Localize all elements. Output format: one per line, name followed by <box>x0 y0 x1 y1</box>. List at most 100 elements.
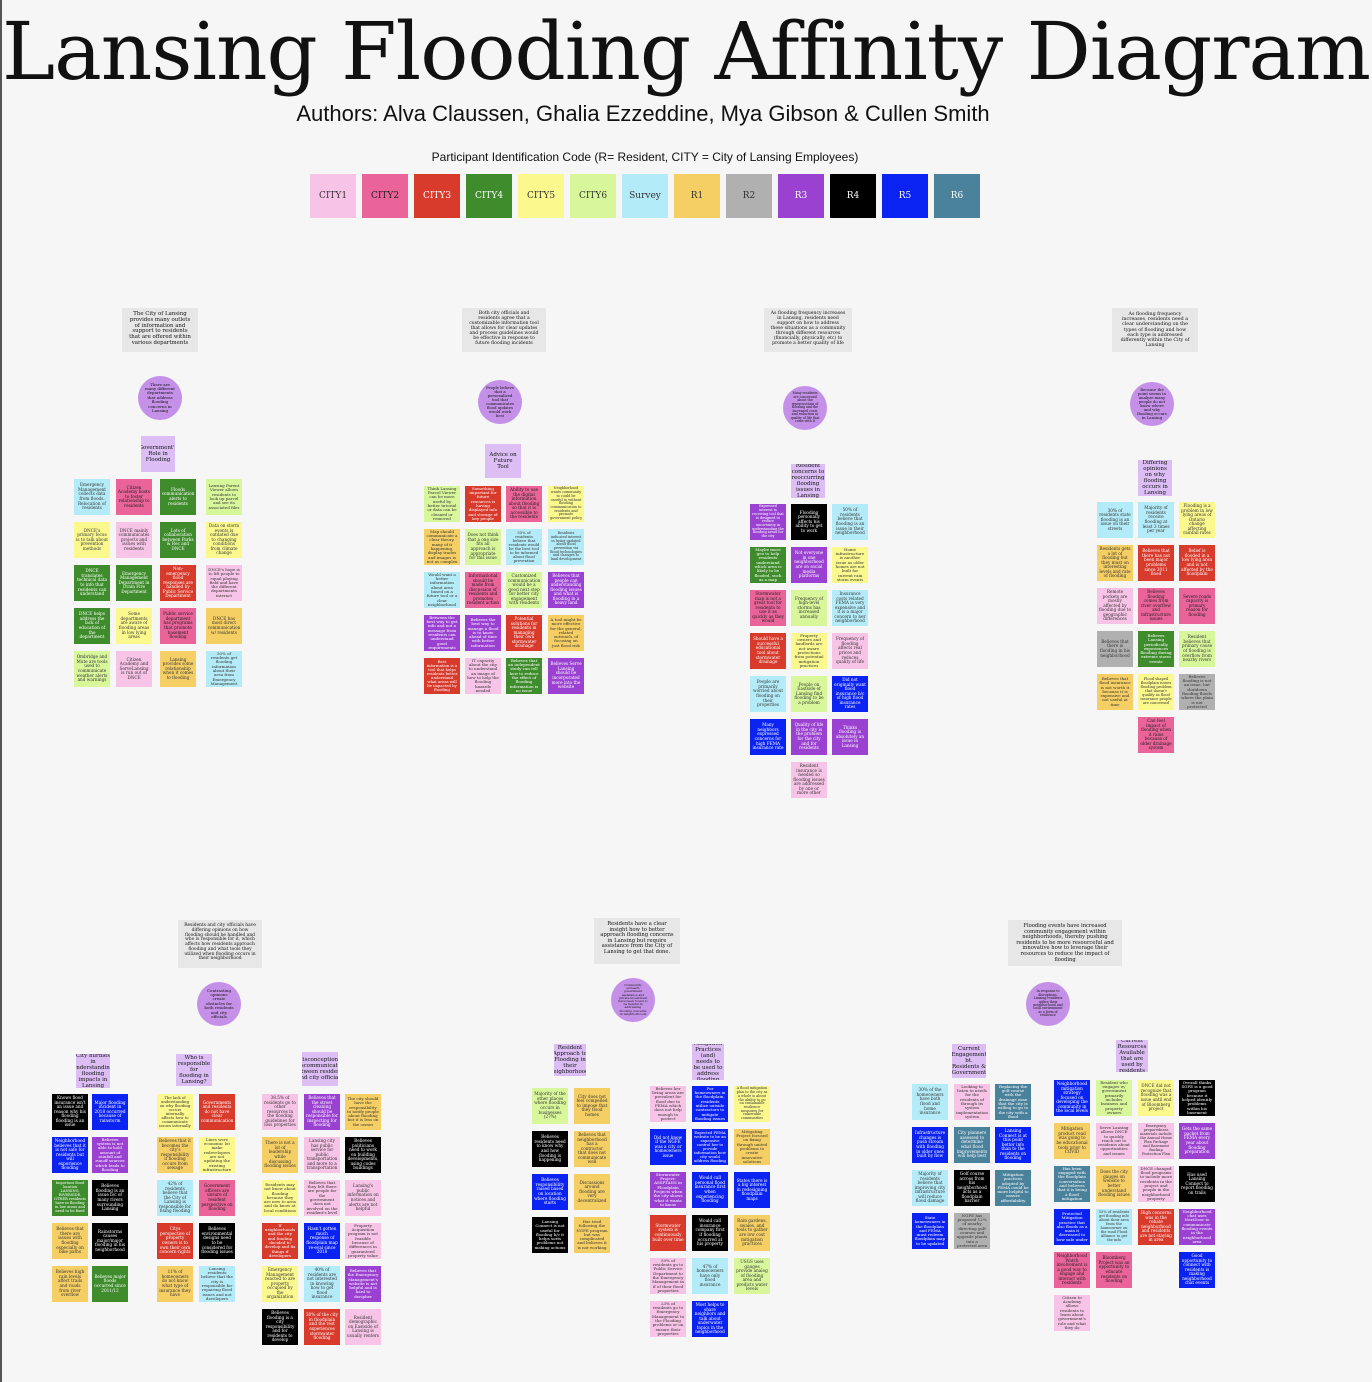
sticky-note: Lines were economic lot make redeveloper… <box>199 1137 235 1173</box>
sticky-note: DNCE has most direct communication w/ re… <box>206 608 242 644</box>
sticky-note: City does not feel compelled to impose t… <box>574 1088 610 1124</box>
group-label: Current Engagement bt. Residents & Gover… <box>952 1044 986 1078</box>
sticky-note: Stormwater system is continuously built … <box>650 1215 686 1251</box>
sticky-note: Does the city gauges on website to bette… <box>1096 1166 1132 1202</box>
sticky-note: Would call personal flood insurance firs… <box>692 1172 728 1208</box>
sticky-note: Majority of the other places where flood… <box>532 1088 568 1124</box>
sticky-note: Insurance costs related FEMA is very exp… <box>832 590 868 626</box>
sticky-note: 50% of residents get flooding informatio… <box>206 651 242 687</box>
sticky-note: Believes that there is flooding in his n… <box>1097 631 1133 667</box>
sticky-note: Most helps to share neighbors and talk a… <box>692 1301 728 1337</box>
sticky-note: Potential solutions for residents in man… <box>506 615 542 651</box>
theme-header: As flooding frequency increases, residen… <box>1112 308 1198 352</box>
sticky-note: Mitigation practices adopted by FEMA cou… <box>995 1170 1031 1206</box>
sticky-note: Citizen to Academy allows residents to l… <box>1054 1295 1090 1331</box>
sticky-note: Did not originally want flood insurance … <box>832 676 868 712</box>
sticky-note: There is not a lot of leadership while d… <box>262 1137 298 1173</box>
sticky-note: Believes high rain levels affect trails … <box>52 1266 88 1302</box>
sticky-note: Looking to listen to needs for the resid… <box>954 1084 990 1120</box>
sticky-note: Believes that people can understanding f… <box>548 572 584 608</box>
sticky-note: Best information is a tool that helps re… <box>424 658 460 694</box>
sticky-note: Infrastructure changes is push stream wi… <box>912 1127 948 1163</box>
sticky-note: Believes flooding comes from river overf… <box>1138 588 1174 624</box>
sticky-note: Neighborhood Watch involvement is a good… <box>1054 1252 1090 1288</box>
participant-code-label: Participant Identification Code (R= Resi… <box>431 150 859 164</box>
sticky-note: Believes that the street cleaning should… <box>304 1094 340 1130</box>
sticky-note: Believes that flood insurance is not wor… <box>1097 674 1133 710</box>
sticky-note: If neighborhoods and the city and fundin… <box>262 1223 298 1259</box>
sticky-note: Resident demographic on Eastside of Lans… <box>345 1309 381 1345</box>
legend-key-r2: R2 <box>726 174 772 218</box>
sticky-note: Lansing provides some relationship when … <box>160 651 196 687</box>
sticky-note: Believes that there are issues with floo… <box>52 1223 88 1259</box>
sticky-note: High concerns was in the rebate neighbor… <box>1138 1209 1174 1245</box>
sticky-note: Believes that neighborhood has a contrac… <box>574 1131 610 1167</box>
legend-key-city6: CITY6 <box>570 174 616 218</box>
sticky-note: Believes Lansing periodically experience… <box>1138 631 1174 667</box>
group-label: Who is responsible for flooding in Lansi… <box>176 1054 212 1086</box>
sticky-note: Think Lansing Parcel Viewer can be more … <box>424 486 460 522</box>
sticky-note: The lack of understanding on why floodin… <box>157 1094 193 1130</box>
sticky-note: Has used Lansing Connect to report flood… <box>1179 1166 1215 1202</box>
sticky-note: Would call insurance company first if fl… <box>692 1215 728 1251</box>
legend-key-city5: CITY5 <box>518 174 564 218</box>
sticky-note: Expected FEMA website to be an expensive… <box>692 1129 728 1165</box>
sticky-note: Lansing Connect is at this point better … <box>995 1127 1031 1163</box>
sticky-note: Property owners and landlords are not aw… <box>791 633 827 669</box>
sticky-note: DNCE did not recognize that flooding was… <box>1138 1080 1174 1116</box>
sticky-note: Believes her living areas are prevalent … <box>650 1086 686 1122</box>
sticky-note: Frequency of high-level storms has incre… <box>791 590 827 626</box>
sticky-note: Should have a successful educational too… <box>750 633 786 669</box>
theme-insight-circle: Community outreach, government assistanc… <box>611 978 655 1022</box>
sticky-note: Believes responsibility raised based on … <box>532 1174 568 1210</box>
legend-key-r5: R5 <box>882 174 928 218</box>
sticky-note: Belief is flooded in a low lying area an… <box>1179 545 1215 581</box>
sticky-note: Floods communication alerts to residents <box>160 479 196 515</box>
sticky-note: Ability to use the digital information a… <box>506 486 542 522</box>
theme-insight-circle: In response to disruptions, Lansing resi… <box>1026 982 1070 1026</box>
authors-line: Authors: Alva Claussen, Ghalia Ezzeddine… <box>296 101 990 126</box>
sticky-note: Residents may not know about flooding be… <box>262 1180 298 1216</box>
group-label: Mitigation Practices (and) needs to be u… <box>692 1044 724 1080</box>
sticky-note: Data on storm events is outdated due to … <box>206 522 242 558</box>
sticky-note: Serve Lansing allows DNCE to quickly rea… <box>1096 1123 1132 1159</box>
sticky-note: Gets the same packet from FEMA every yea… <box>1179 1123 1215 1159</box>
sticky-note: 30% of residents state flooding is an is… <box>1097 502 1133 538</box>
sticky-note: Good opportunity to connect with residen… <box>1179 1252 1215 1288</box>
theme-header: As flooding frequency increases in Lansi… <box>764 308 852 352</box>
sticky-note: Rainstorms causes major/major flooding i… <box>92 1223 128 1259</box>
sticky-note: Believes major floods occurred since 201… <box>92 1266 128 1302</box>
sticky-note: Lansing Connect is not useful for floodi… <box>532 1217 568 1253</box>
theme-insight-circle: There are many different departments tha… <box>138 376 182 420</box>
sticky-note: Maybe more geo to help residents underst… <box>750 547 786 583</box>
sticky-note: Believes flooding is not an issue, but s… <box>1179 674 1215 710</box>
sticky-note: 11% of homeowners do not know what type … <box>157 1266 193 1302</box>
legend-key-city1: CITY1 <box>310 174 356 218</box>
sticky-note: DNCE's hope is to lift people to equal p… <box>206 565 242 601</box>
sticky-note: Believes Serve Lansing should be incorpo… <box>548 658 584 694</box>
sticky-note: People are primarily worried about flood… <box>750 676 786 712</box>
sticky-note: 30% of the homeowners have both flood an… <box>912 1084 948 1120</box>
sticky-note: Neighborhood chat uses NextDoor to commu… <box>1179 1209 1215 1245</box>
legend-key-city4: CITY4 <box>466 174 512 218</box>
sticky-note: Majority of residents believe that impro… <box>912 1170 948 1206</box>
sticky-note: Overall thinks SGFE is a good program be… <box>1179 1080 1215 1116</box>
sticky-note: Map should communicate a clear theory, m… <box>424 529 460 565</box>
sticky-note: Many neighbors expressed concerns for hi… <box>750 719 786 755</box>
sticky-note: Stormwater map is not a great tool for r… <box>750 590 786 626</box>
sticky-note: Emergency Management reacted to are prop… <box>262 1266 298 1302</box>
sticky-note: Home infrastructure is another issue as … <box>832 547 868 583</box>
theme-insight-circle: Contrasting opinions create obstacles fo… <box>197 982 241 1026</box>
sticky-note: Knows flood insurance isn't an issue and… <box>52 1094 88 1130</box>
sticky-note: Flooding personally affects his ability … <box>791 504 827 540</box>
theme-insight-circle: Many residents are concerned about the r… <box>783 386 827 430</box>
sticky-note: Informational should be made from discus… <box>465 572 501 608</box>
sticky-note: Between the best way to get info and not… <box>424 615 460 651</box>
sticky-note: Governments and residents do not have cl… <box>199 1094 235 1130</box>
group-label: Differing opinions on why flooding occur… <box>1138 460 1172 496</box>
sticky-note: Believes that there has not been major p… <box>1138 545 1174 581</box>
sticky-note: IT capacity about the city to understand… <box>465 658 501 694</box>
sticky-note: Did not know if the NGFE was a city or h… <box>650 1129 686 1165</box>
sticky-note: Lansing's public information on notices … <box>345 1180 381 1216</box>
group-label: City hurdles in understanding flooding i… <box>76 1054 110 1088</box>
